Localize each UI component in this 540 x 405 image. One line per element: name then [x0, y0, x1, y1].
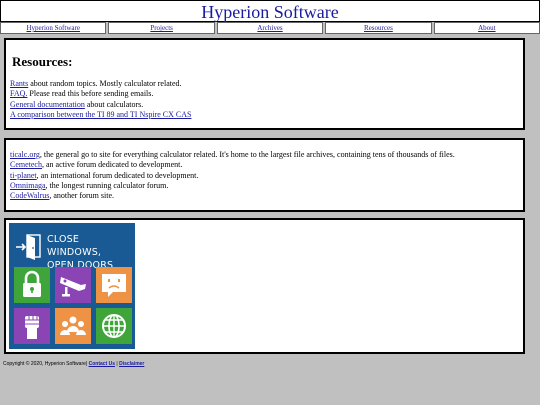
list-item: Omnimaga, the longest running calculator…	[10, 181, 455, 191]
disclaimer-link[interactable]: Disclaimer	[119, 361, 144, 367]
nav-home[interactable]: Hyperion Software	[0, 22, 107, 34]
sad-face-icon	[96, 267, 132, 303]
cemetech-link[interactable]: Cemetech	[10, 160, 42, 169]
nav-bar: Hyperion Software Projects Archives Reso…	[0, 22, 540, 34]
rants-link[interactable]: Rants	[10, 79, 28, 88]
resources-heading: Resources:	[12, 54, 73, 69]
item-text: , the general go to site for everything …	[39, 150, 455, 159]
site-title: Hyperion Software	[201, 2, 339, 22]
slogan-line-1: CLOSE WINDOWS,	[47, 234, 102, 258]
list-item: CodeWalrus, another forum site.	[10, 191, 455, 201]
banner-panel: CLOSE WINDOWS, OPEN DOORS	[4, 218, 525, 354]
codewalrus-link[interactable]: CodeWalrus	[10, 191, 49, 200]
comparison-link[interactable]: A comparison between the TI 89 and TI Ns…	[10, 110, 191, 119]
ti-planet-link[interactable]: ti-planet	[10, 171, 37, 180]
nav-about[interactable]: About	[433, 22, 540, 34]
item-text: about calculators.	[84, 99, 144, 109]
close-windows-banner[interactable]: CLOSE WINDOWS, OPEN DOORS	[9, 223, 135, 349]
faq-link[interactable]: FAQ.	[10, 89, 27, 98]
item-text: , an international forum dedicated to de…	[36, 170, 199, 180]
nav-resources[interactable]: Resources	[325, 22, 432, 34]
people-icon	[55, 308, 91, 344]
list-item: ticalc.org, the general go to site for e…	[10, 150, 455, 160]
open-door-icon	[16, 234, 41, 260]
surveillance-camera-icon	[55, 267, 91, 303]
raised-fist-icon	[14, 308, 50, 344]
item-text: about random topics. Mostly calculator r…	[28, 79, 182, 88]
contact-us-link[interactable]: Contact Us	[89, 361, 115, 367]
item-text: Please read this before sending emails.	[27, 89, 154, 99]
page-footer: Copyright © 2020, Hyperion Software| Con…	[3, 361, 144, 367]
globe-icon	[96, 308, 132, 344]
nav-archives[interactable]: Archives	[216, 22, 324, 34]
resources-list: Rants about random topics. Mostly calcul…	[10, 79, 191, 120]
sites-list: ticalc.org, the general go to site for e…	[10, 150, 455, 201]
list-item: A comparison between the TI 89 and TI Ns…	[10, 110, 191, 120]
item-text: , the longest running calculator forum.	[45, 180, 169, 190]
documentation-link[interactable]: General documentation	[10, 100, 85, 109]
padlock-icon	[14, 267, 50, 303]
list-item: General documentation about calculators.	[10, 100, 191, 110]
ticalc-link[interactable]: ticalc.org	[10, 150, 40, 159]
sites-panel: ticalc.org, the general go to site for e…	[4, 138, 525, 212]
list-item: Rants about random topics. Mostly calcul…	[10, 79, 191, 89]
item-text: , another forum site.	[49, 191, 115, 201]
nav-projects[interactable]: Projects	[108, 22, 215, 34]
omnimaga-link[interactable]: Omnimaga	[10, 181, 46, 190]
list-item: FAQ. Please read this before sending ema…	[10, 89, 191, 99]
copyright-text: Copyright © 2020, Hyperion Software|	[3, 361, 88, 367]
site-header: Hyperion Software	[0, 0, 540, 22]
resources-panel: Resources: Rants about random topics. Mo…	[4, 38, 525, 130]
item-text: , an active forum dedicated to developme…	[41, 160, 183, 170]
list-item: Cemetech, an active forum dedicated to d…	[10, 160, 455, 170]
list-item: ti-planet, an international forum dedica…	[10, 171, 455, 181]
